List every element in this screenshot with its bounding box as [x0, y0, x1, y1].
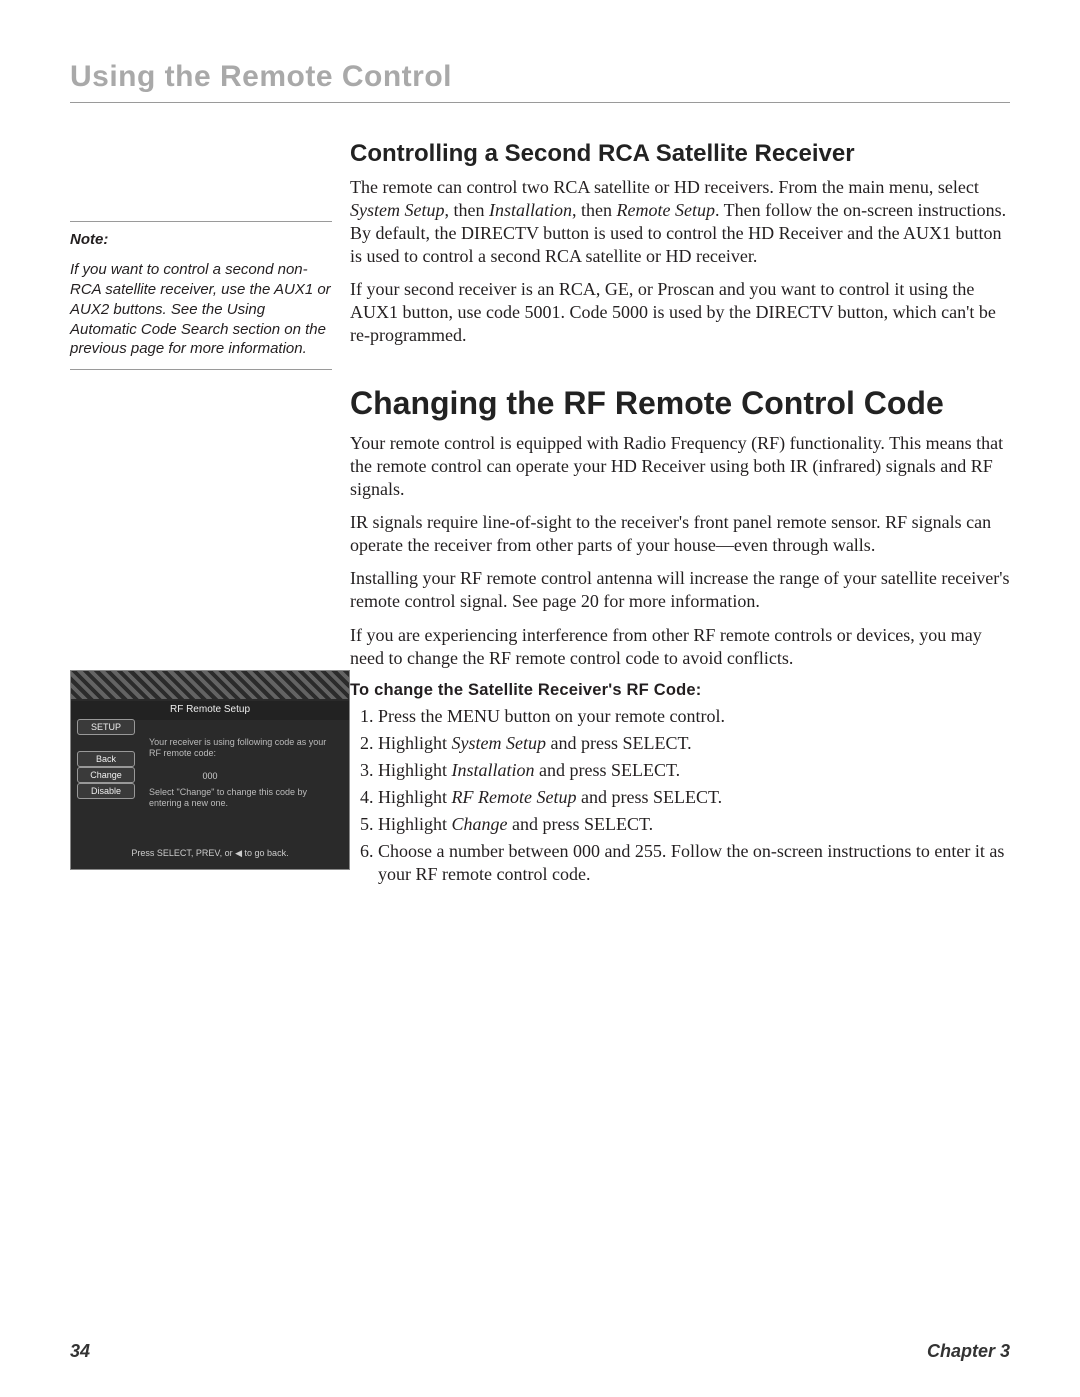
- text: and press SELECT.: [535, 760, 681, 780]
- main-column: Controlling a Second RCA Satellite Recei…: [350, 139, 1010, 890]
- text: Highlight: [378, 760, 452, 780]
- subsection-title-second-receiver: Controlling a Second RCA Satellite Recei…: [350, 139, 1010, 170]
- procedure-title: To change the Satellite Receiver's RF Co…: [350, 680, 1010, 701]
- screenshot-btn-back: Back: [77, 751, 135, 767]
- text: and press SELECT.: [576, 787, 722, 807]
- text-italic: System Setup: [452, 733, 546, 753]
- sidebar-column: Note: If you want to control a second no…: [70, 139, 350, 890]
- text: The remote can control two RCA satellite…: [350, 177, 979, 197]
- page: Using the Remote Control Note: If you wa…: [0, 0, 1080, 1397]
- step: Highlight System Setup and press SELECT.: [378, 732, 1010, 755]
- text-italic: RF Remote Setup: [452, 787, 577, 807]
- text-italic: Installation: [452, 760, 535, 780]
- note-body: If you want to control a second non-RCA …: [70, 260, 332, 359]
- text: Choose a number between 000 and 255. Fol…: [378, 841, 1004, 884]
- chapter-label: Chapter 3: [927, 1340, 1010, 1363]
- text-italic: Change: [452, 814, 508, 834]
- paragraph: IR signals require line-of-sight to the …: [350, 511, 1010, 557]
- screenshot-decorative-bg: [71, 671, 349, 699]
- text: Press the MENU button on your remote con…: [378, 706, 725, 726]
- step: Highlight RF Remote Setup and press SELE…: [378, 786, 1010, 809]
- procedure-steps: Press the MENU button on your remote con…: [350, 705, 1010, 886]
- paragraph: If your second receiver is an RCA, GE, o…: [350, 278, 1010, 347]
- step: Highlight Change and press SELECT.: [378, 813, 1010, 836]
- text: and press SELECT.: [508, 814, 654, 834]
- screenshot-btn-disable: Disable: [77, 783, 135, 799]
- text-italic: Installation: [489, 200, 572, 220]
- screenshot-footer-hint: Press SELECT, PREV, or ◀ to go back.: [71, 848, 349, 860]
- section-title-rf-code: Changing the RF Remote Control Code: [350, 383, 1010, 424]
- text: Highlight: [378, 787, 452, 807]
- text-italic: System Setup: [350, 200, 444, 220]
- columns: Note: If you want to control a second no…: [70, 139, 1010, 890]
- screenshot-msg1: Your receiver is using following code as…: [149, 737, 339, 759]
- step: Highlight Installation and press SELECT.: [378, 759, 1010, 782]
- text-italic: Remote Setup: [617, 200, 715, 220]
- step: Choose a number between 000 and 255. Fol…: [378, 840, 1010, 886]
- rf-setup-screenshot: RF Remote Setup SETUP Back Change Disabl…: [70, 670, 350, 870]
- step: Press the MENU button on your remote con…: [378, 705, 1010, 728]
- text: , then: [572, 200, 617, 220]
- screenshot-title: RF Remote Setup: [71, 701, 349, 720]
- text: Highlight: [378, 814, 452, 834]
- text: , then: [444, 200, 489, 220]
- page-footer: 34 Chapter 3: [70, 1340, 1010, 1363]
- screenshot-btn-setup: SETUP: [77, 719, 135, 735]
- screenshot-msg2: Select "Change" to change this code by e…: [149, 787, 339, 809]
- paragraph: Your remote control is equipped with Rad…: [350, 432, 1010, 501]
- note-block: Note: If you want to control a second no…: [70, 221, 332, 370]
- paragraph: The remote can control two RCA satellite…: [350, 176, 1010, 268]
- note-title: Note:: [70, 230, 332, 250]
- paragraph: If you are experiencing interference fro…: [350, 624, 1010, 670]
- page-number: 34: [70, 1340, 90, 1363]
- text: and press SELECT.: [546, 733, 692, 753]
- paragraph: Installing your RF remote control antenn…: [350, 567, 1010, 613]
- text: Highlight: [378, 733, 452, 753]
- screenshot-code: 000: [71, 771, 349, 783]
- page-header: Using the Remote Control: [70, 58, 1010, 103]
